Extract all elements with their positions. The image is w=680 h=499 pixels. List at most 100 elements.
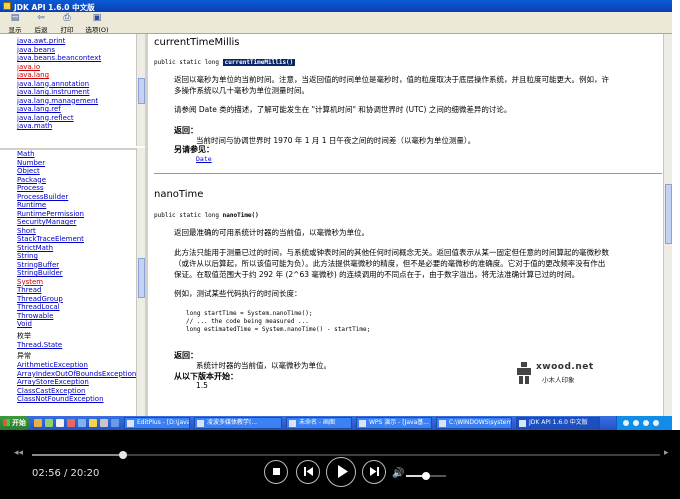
class-link[interactable]: ProcessBuilder <box>17 193 136 202</box>
class-link[interactable]: Number <box>17 159 136 168</box>
options-button[interactable]: ▣ 选项(O) <box>82 13 112 34</box>
volume-slider[interactable] <box>406 472 446 480</box>
next-button[interactable] <box>362 460 386 484</box>
see-also-label: 另请参见： <box>174 145 214 154</box>
quick-launch-icon[interactable] <box>78 419 86 427</box>
taskbar-item-paint[interactable]: 未命名 - 画图 <box>286 417 352 429</box>
show-button[interactable]: ▤ 显示 <box>4 13 26 34</box>
package-link[interactable]: java.lang.instrument <box>17 88 136 97</box>
returns-label: 返回： <box>174 126 198 135</box>
start-button[interactable]: 开始 <box>0 416 30 430</box>
back-button[interactable]: ⇦ 后退 <box>30 13 52 34</box>
taskbar-item-teaching[interactable]: 凌波多媒体教学(... <box>194 417 282 429</box>
see-also-link-date[interactable]: Date <box>196 155 212 163</box>
enum-link[interactable]: Thread.State <box>17 341 136 350</box>
taskbar-item-cmd[interactable]: C:\WINDOWS\system... <box>436 417 512 429</box>
enum-section-heading: 枚举 <box>17 331 31 340</box>
method-heading: currentTimeMillis <box>154 37 240 48</box>
example-intro: 例如，测试某些代码执行的时间长度： <box>174 289 302 298</box>
class-link[interactable]: Void <box>17 320 136 329</box>
scrollbar-thumb[interactable] <box>138 258 145 298</box>
quick-launch-icon[interactable] <box>56 419 64 427</box>
play-button[interactable] <box>326 457 356 487</box>
class-link[interactable]: StringBuffer <box>17 261 136 270</box>
windows-taskbar: 开始 EditPlus - [D:\java021... 凌波多媒体教学(...… <box>0 416 672 430</box>
window-title-bar: JDK API 1.6.0 中文版 <box>0 0 672 12</box>
tray-icon[interactable] <box>653 420 659 426</box>
stop-button[interactable] <box>264 460 288 484</box>
package-list: java.awt.print java.beans java.beans.beanc… <box>0 34 136 144</box>
exception-section-heading: 异常 <box>17 352 31 360</box>
class-link[interactable]: Thread <box>17 286 136 295</box>
class-link[interactable]: Runtime <box>17 201 136 210</box>
seek-bar-knob[interactable] <box>118 451 127 459</box>
package-link[interactable]: java.math <box>17 122 136 131</box>
options-icon: ▣ <box>92 13 102 23</box>
tray-icon[interactable] <box>633 420 639 426</box>
package-link[interactable]: java.lang.annotation <box>17 80 136 89</box>
quick-launch-icon[interactable] <box>89 419 97 427</box>
taskbar-item-jdk-api[interactable]: JDK API 1.6.0 中文版 <box>516 417 600 429</box>
class-link[interactable]: ThreadGroup <box>17 295 136 304</box>
scrollbar-thumb[interactable] <box>138 78 145 104</box>
package-link[interactable]: java.beans.beancontext <box>17 54 136 63</box>
exception-link[interactable]: ArrayIndexOutOfBoundsException <box>17 370 136 379</box>
exception-link[interactable]: ClassCastException <box>17 387 136 396</box>
seek-back-icon[interactable]: ◂◂ <box>14 448 23 458</box>
class-link[interactable]: Short <box>17 227 136 236</box>
class-link[interactable]: SecurityManager <box>17 218 136 227</box>
quick-launch-icon[interactable] <box>45 419 53 427</box>
class-link[interactable]: StringBuilder <box>17 269 136 278</box>
class-link[interactable]: RuntimePermission <box>17 210 136 219</box>
class-list-scrollbar[interactable] <box>136 148 145 416</box>
class-link[interactable]: Math <box>17 150 136 159</box>
returns-text: 当前时间与协调世界时 1970 年 1 月 1 日午夜之间的时间差（以毫秒为单位… <box>196 136 476 145</box>
package-link[interactable]: java.lang.ref <box>17 105 136 114</box>
package-link[interactable]: java.awt.print <box>17 37 136 46</box>
class-link[interactable]: StrictMath <box>17 244 136 253</box>
method-description: 返回以毫秒为单位的当前时间。注意，当返回值的时间单位是毫秒时，值的粒度取决于底层… <box>174 75 609 95</box>
quick-launch-icon[interactable] <box>100 419 108 427</box>
code-example: long startTime = System.nanoTime(); // .… <box>186 310 371 333</box>
class-link[interactable]: Object <box>17 167 136 176</box>
class-link[interactable]: ThreadLocal <box>17 303 136 312</box>
exception-link[interactable]: ArithmeticException <box>17 361 136 370</box>
quick-launch-icon[interactable] <box>111 419 119 427</box>
method-signature: public static long currentTimeMillis() <box>154 59 296 66</box>
class-link[interactable]: System <box>17 278 136 287</box>
method-details: 此方法只能用于测量已过的时间，与系统或钟表时间的其他任何时间概念无关。返回值表示… <box>174 248 609 279</box>
package-link[interactable]: java.lang.reflect <box>17 114 136 123</box>
seek-forward-icon[interactable]: ▸ <box>664 448 669 458</box>
window-title: JDK API 1.6.0 中文版 <box>14 3 95 12</box>
exception-link[interactable]: ClassNotFoundException <box>17 395 136 404</box>
package-link[interactable]: java.lang <box>17 71 136 80</box>
seek-bar[interactable] <box>32 451 660 459</box>
previous-button[interactable] <box>296 460 320 484</box>
volume-slider-knob[interactable] <box>422 472 430 480</box>
exception-link[interactable]: ArrayStoreException <box>17 378 136 387</box>
package-link[interactable]: java.io <box>17 63 136 72</box>
back-arrow-icon: ⇦ <box>37 13 45 23</box>
quick-launch-icon[interactable] <box>34 419 42 427</box>
content-scrollbar[interactable] <box>663 34 672 416</box>
play-icon <box>337 465 348 478</box>
class-link[interactable]: StackTraceElement <box>17 235 136 244</box>
tray-icon[interactable] <box>643 420 649 426</box>
quick-launch-icon[interactable] <box>67 419 75 427</box>
class-link[interactable]: Package <box>17 176 136 185</box>
taskbar-item-wps[interactable]: WPS 演示 - [Java基... <box>356 417 432 429</box>
class-link[interactable]: Throwable <box>17 312 136 321</box>
tray-icon[interactable] <box>623 420 629 426</box>
volume-icon[interactable]: 🔊 <box>392 468 404 479</box>
package-link[interactable]: java.beans <box>17 46 136 55</box>
time-readout: 02:56 / 20:20 <box>32 468 100 479</box>
taskbar-item-editplus[interactable]: EditPlus - [D:\java021... <box>124 417 190 429</box>
print-button[interactable]: ⎙ 打印 <box>56 13 78 34</box>
class-link[interactable]: String <box>17 252 136 261</box>
package-link[interactable]: java.lang.management <box>17 97 136 106</box>
scrollbar-thumb[interactable] <box>665 184 672 244</box>
app-icon <box>3 2 11 10</box>
selected-method-name[interactable]: currentTimeMillis() <box>222 59 296 66</box>
class-link[interactable]: Process <box>17 184 136 193</box>
package-list-scrollbar[interactable] <box>136 34 145 146</box>
